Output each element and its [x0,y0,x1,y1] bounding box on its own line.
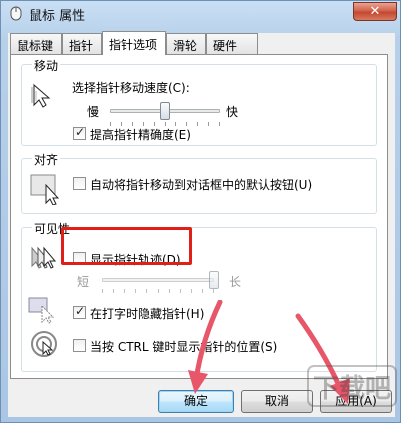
tab-hardware[interactable]: 硬件 [206,33,258,54]
snap-to-label[interactable]: 自动将指针移动到对话框中的默认按钮(U) [90,176,312,193]
precision-checkbox[interactable] [73,125,86,140]
slider-tick [146,289,147,293]
window-title: 鼠标 属性 [29,9,86,24]
slider-tick [208,122,209,126]
speed-fast-label: 快 [226,105,239,119]
slider-tick [169,289,170,293]
show-location-icon [31,331,57,357]
title-bar[interactable]: 鼠标 属性 ✕ [1,1,401,27]
trails-slider-thumb[interactable] [209,271,219,289]
slider-tick [158,289,159,293]
close-button[interactable]: ✕ [353,2,397,21]
snap-group-label: 对齐 [32,151,61,168]
highlight-box [61,227,192,265]
tab-wheel[interactable]: 滑轮 [166,33,206,54]
hide-typing-icon [28,297,55,324]
tab-buttons[interactable]: 鼠标键 [10,33,62,54]
speed-slow-label: 慢 [87,105,100,119]
tab-pointers[interactable]: 指针 [62,33,102,54]
show-location-checkbox[interactable] [73,339,86,352]
trails-long-label: 长 [229,275,242,289]
precision-label[interactable]: 提高指针精确度(E) [90,126,191,143]
tab-pointer-options[interactable]: 指针选项 [102,31,166,55]
watermark-text: 下载吧 [313,374,391,404]
slider-tick [102,289,103,293]
pointer-trails-icon [31,246,57,269]
mouse-icon [10,6,22,21]
trails-short-label: 短 [77,275,90,289]
slider-tick [135,289,136,293]
slider-tick [124,289,125,293]
motion-group: 移动 选择指针移动速度(C): 慢 快 提高指针精确度(E) [21,57,377,146]
slider-tick [180,289,181,293]
watermark-logo: 下载吧 [307,365,397,407]
snap-group: 对齐 自动将指针移动到对话框中的默认按钮(U) [21,151,377,214]
trails-slider-track[interactable] [102,278,214,282]
annotation-arrow-left [188,300,223,394]
speed-label: 选择指针移动速度(C): [72,81,190,95]
slider-tick [113,289,114,293]
motion-group-label: 移动 [32,57,61,74]
slider-tick [191,289,192,293]
snap-to-checkbox[interactable] [73,177,86,190]
trails-slider-ticks [102,289,214,294]
snap-to-icon [30,174,60,205]
hide-typing-checkbox[interactable] [73,304,86,319]
pointer-speed-icon [31,83,51,108]
speed-slider-thumb[interactable] [160,102,170,120]
slider-tick [202,289,203,293]
slider-tick [219,122,220,126]
slider-tick [213,289,214,293]
slider-tick [197,122,198,126]
